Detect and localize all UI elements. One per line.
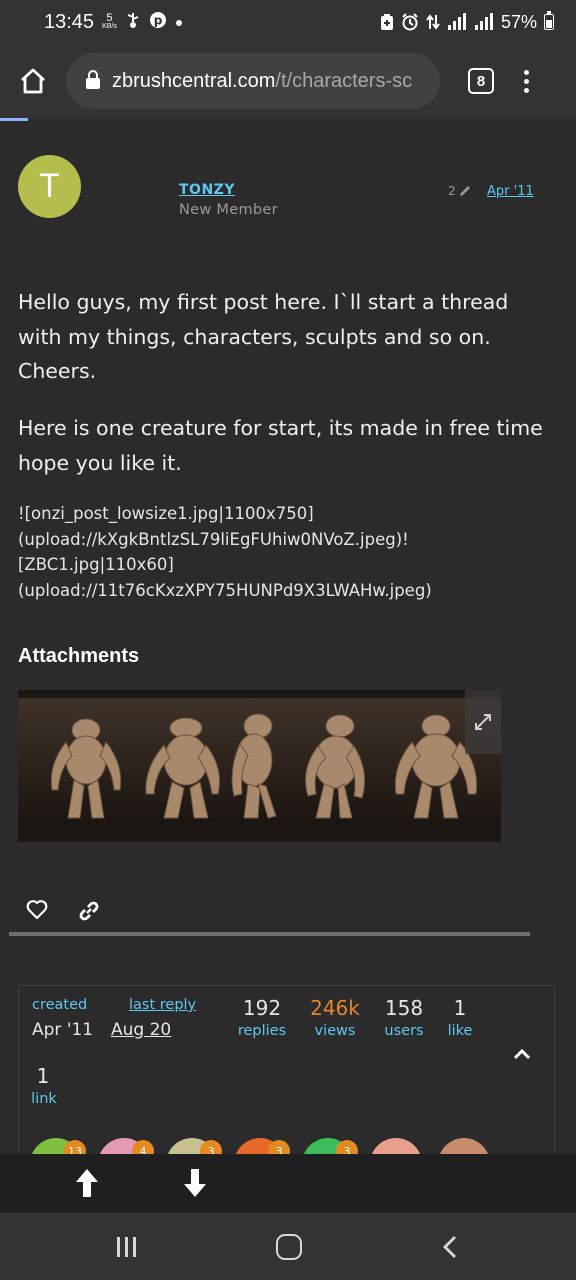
post-username[interactable]: TONZY [179,182,235,198]
menu-dot-icon [524,87,529,93]
links-label: link [31,1091,57,1107]
expand-image-button[interactable] [465,690,501,754]
users-count: 158 [384,996,424,1020]
page-load-progress [0,118,28,121]
home-icon [21,68,45,94]
post-paragraph: Here is one creature for start, its made… [18,416,543,475]
signal-icon [474,13,493,30]
recents-bar-icon [125,1237,128,1257]
users-label: users [384,1023,424,1039]
links-count: 1 [36,1064,50,1088]
url-host: zbrushcentral.com [112,69,276,92]
post-paragraph: Hello guys, my first post here. I`ll sta… [18,290,509,383]
usb-icon [125,11,141,33]
heart-icon [26,900,48,920]
expand-icon [475,714,491,730]
network-speed-unit: KB/s [102,22,117,30]
battery-percent: 57% [500,11,537,32]
url-path: /t/characters-sc [275,69,413,92]
status-bar: 13:45 5 KB/s p 57% [0,0,576,44]
network-speed-value: 5 [106,11,113,24]
pencil-icon [459,186,470,196]
browser-menu-button[interactable] [524,69,529,93]
recent-apps-button[interactable] [117,1237,136,1257]
tab-switcher-button[interactable]: 8 [468,68,494,94]
collapse-topic-map-button[interactable] [512,1046,532,1065]
scroll-up-button[interactable] [74,1167,100,1203]
svg-text:p: p [154,14,163,28]
likes-count: 1 [453,996,467,1020]
browser-toolbar: zbrushcentral.com/t/characters-sc 8 [0,44,576,118]
status-right: 57% [380,11,554,33]
creature-turnaround-image [50,713,478,819]
recents-bar-icon [133,1237,136,1257]
post-actions [26,900,100,926]
pinterest-icon: p [149,11,167,33]
scroll-down-button[interactable] [182,1167,208,1203]
likes-label: like [447,1023,473,1039]
arrow-down-icon [184,1169,206,1197]
replies-label: replies [237,1023,287,1039]
last-reply-date[interactable]: Aug 20 [111,1020,171,1040]
home-button[interactable] [0,44,66,118]
menu-dot-icon [524,78,529,84]
system-navigation-bar [0,1213,576,1280]
views-label: views [314,1023,356,1039]
arrow-up-icon [76,1169,98,1197]
recents-bar-icon [117,1237,120,1257]
battery-saver-icon [380,14,393,30]
like-button[interactable] [26,900,48,926]
views-count: 246k [310,996,360,1020]
created-date: Apr '11 [32,1020,94,1040]
post-divider [9,932,530,936]
lock-icon [86,70,100,89]
data-arrows-icon [426,14,440,30]
user-title: New Member [179,202,278,218]
signal-icon [447,13,466,30]
alarm-icon [402,13,418,31]
chevron-up-icon [513,1048,531,1060]
menu-dot-icon [524,69,529,75]
system-back-button[interactable] [442,1235,458,1263]
avatar[interactable]: T [18,155,81,218]
edit-count: 2 [448,184,456,198]
share-link-button[interactable] [78,900,100,926]
attachment-image[interactable] [18,690,501,842]
topic-navigation-bar [0,1154,576,1213]
back-chevron-icon [443,1236,456,1258]
system-home-button[interactable] [276,1234,302,1260]
created-label: created [32,997,88,1013]
attachments-heading: Attachments [18,645,140,667]
edit-history-button[interactable]: 2 [448,184,472,198]
address-bar[interactable]: zbrushcentral.com/t/characters-sc [66,53,440,109]
last-reply-label[interactable]: last reply [129,997,196,1013]
post-raw-markup: ![onzi_post_lowsize1.jpg|1100x750] (uplo… [18,504,432,600]
post-date-link[interactable]: Apr '11 [487,184,534,199]
network-speed: 5 KB/s [102,11,117,31]
replies-count: 192 [242,996,282,1020]
link-icon [79,901,99,921]
clock: 13:45 [44,10,95,33]
battery-icon [544,11,554,30]
dot-icon [175,13,183,31]
